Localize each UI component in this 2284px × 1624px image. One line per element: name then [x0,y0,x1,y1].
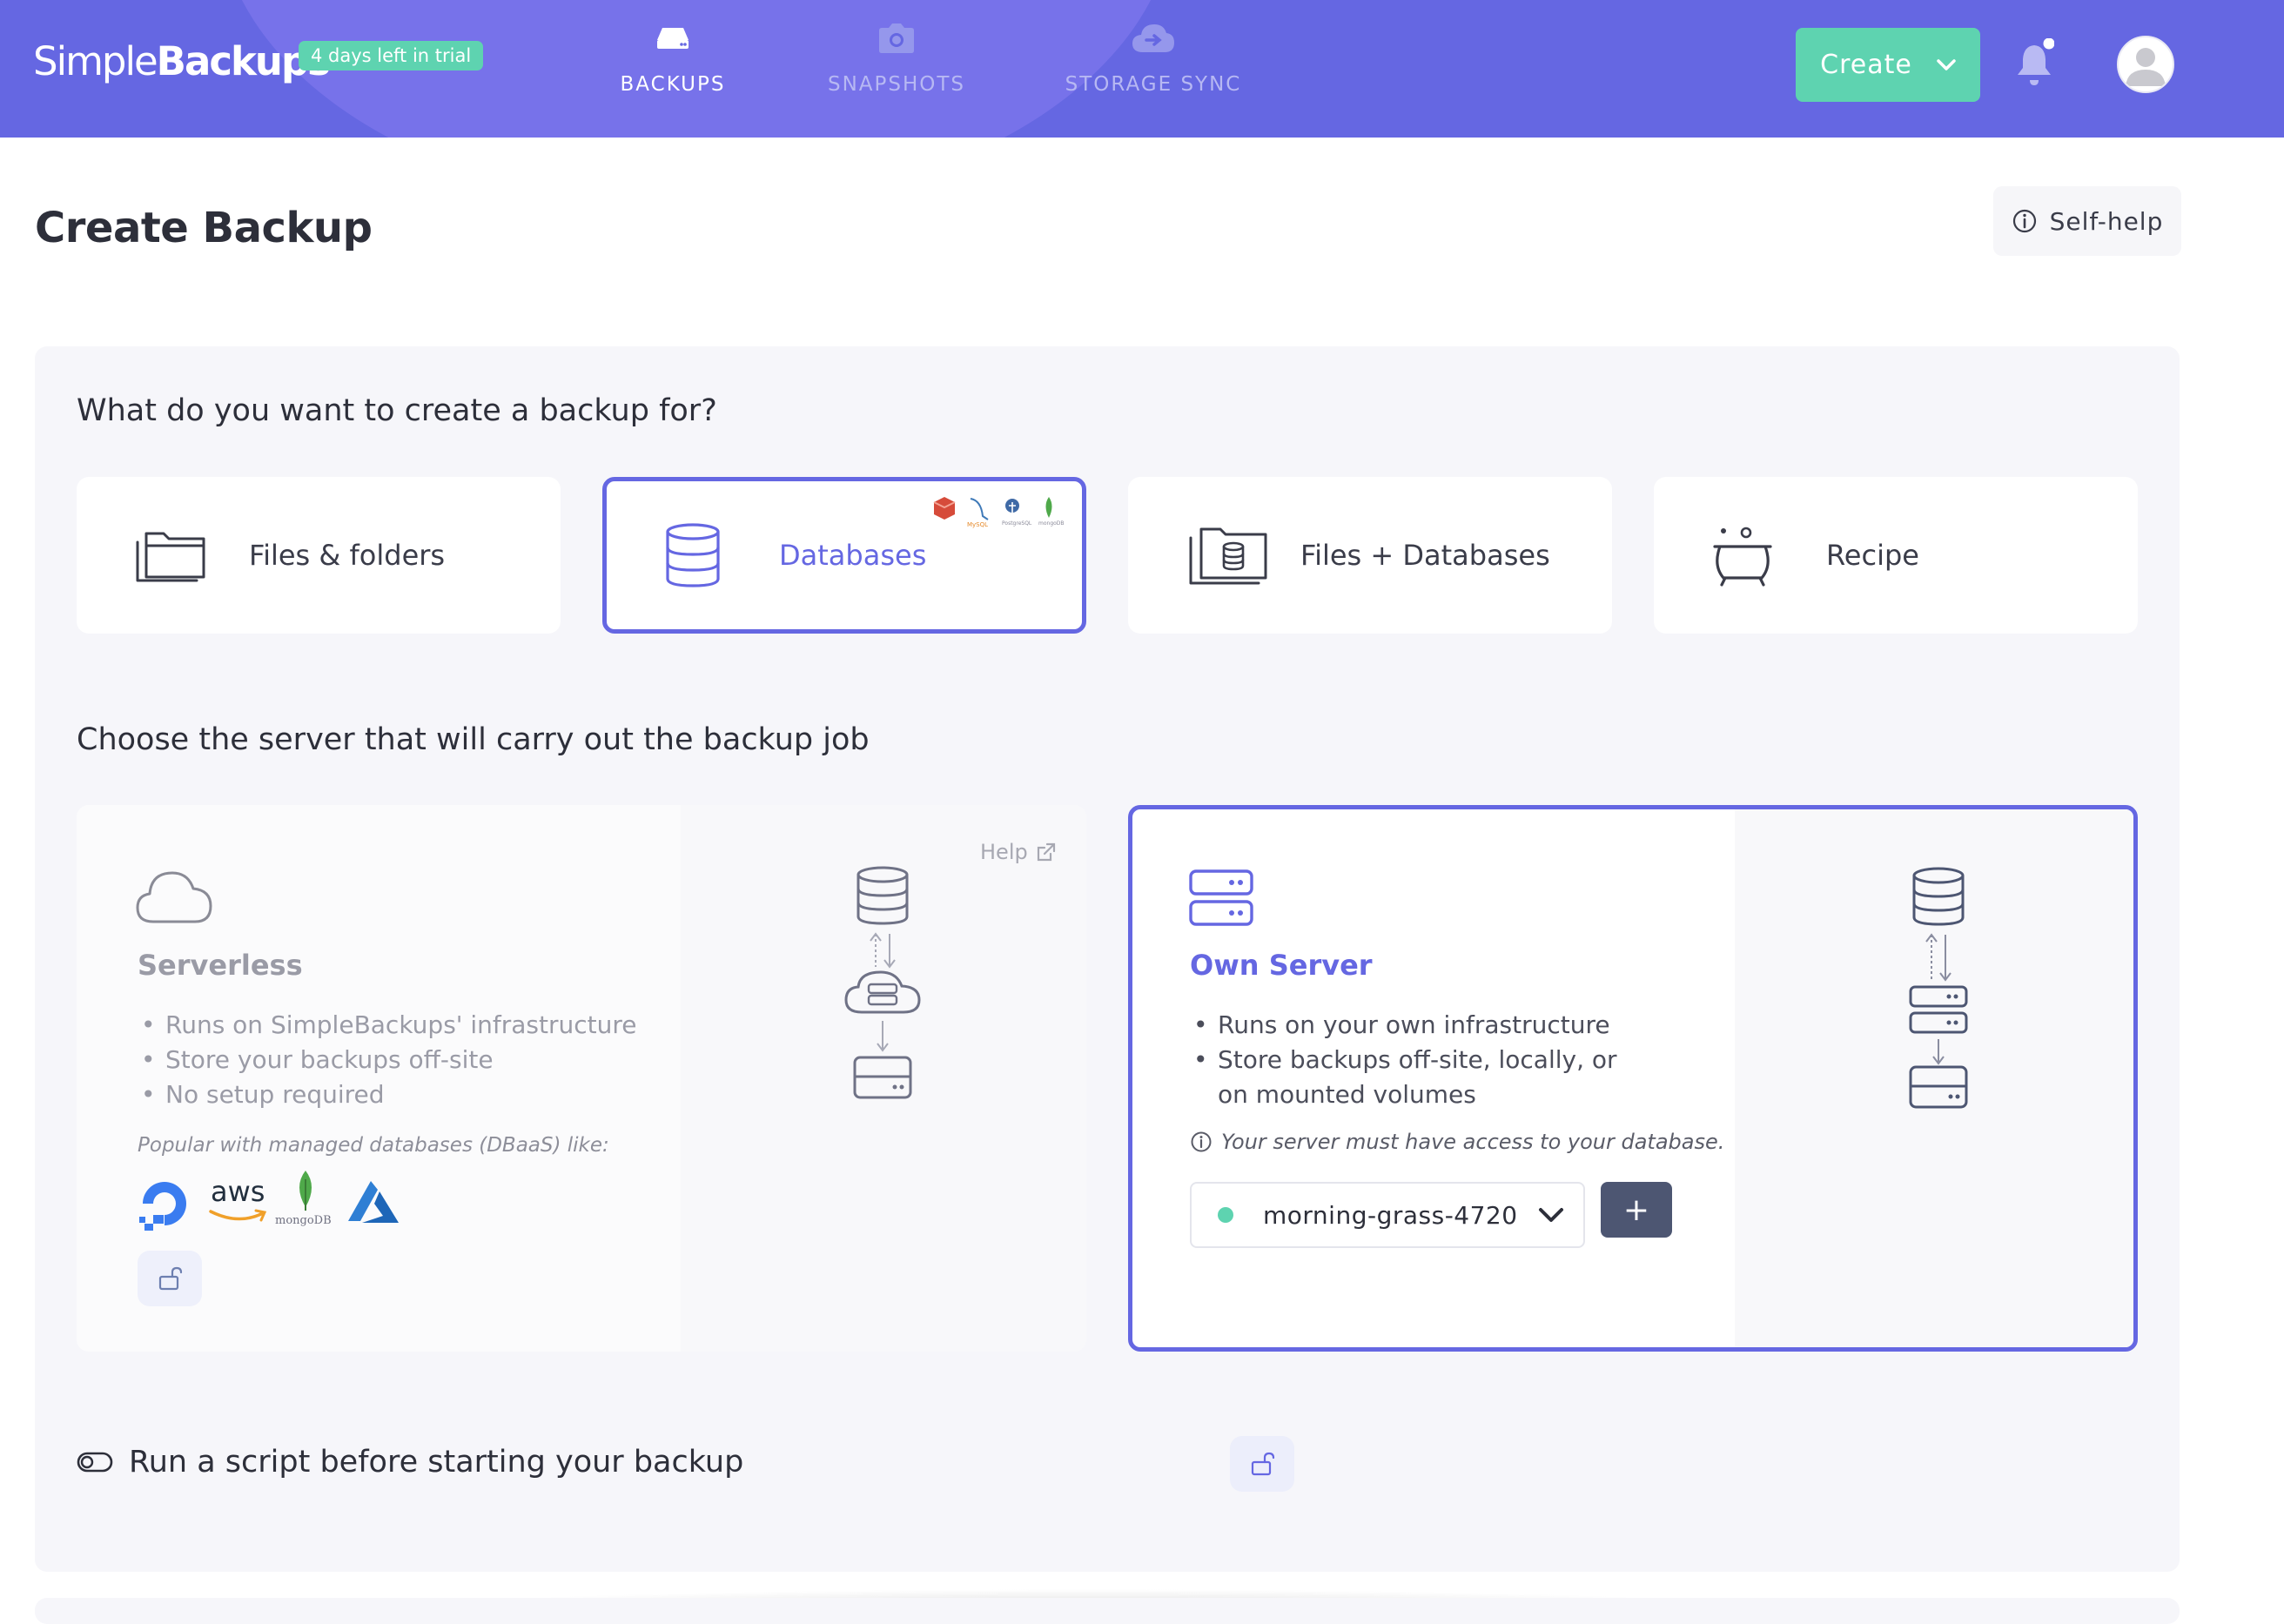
database-icon [666,523,720,587]
nav-label-backups: BACKUPS [620,73,726,96]
svg-text:mongoDB: mongoDB [1038,520,1065,527]
type-label-files-folders: Files & folders [249,539,446,572]
mongodb-leaf-icon [299,1171,312,1211]
digitalocean-logo [139,1182,186,1231]
top-nav-bar: SimpleBackups 4 days left in trial BACKU… [0,0,2284,138]
page-title: Create Backup [35,204,373,252]
server-access-note-text: Your server must have access to your dat… [1221,1130,1725,1154]
pre-backup-script-label: Run a script before starting your backup [129,1445,744,1480]
pre-backup-script-row: Run a script before starting your backup [77,1445,743,1480]
aws-smile-icon [209,1209,267,1222]
cloud-sync-icon [1132,24,1174,52]
create-dropdown-button[interactable]: Create [1796,28,1980,102]
self-help-button[interactable]: Self-help [1993,186,2181,256]
script-lock-button[interactable] [1230,1436,1294,1492]
type-label-recipe: Recipe [1826,539,1919,572]
cauldron-icon [1713,527,1772,587]
serverless-diagram: Help [681,805,1086,1352]
server-card-own-server[interactable]: Own Server Runs on your own infrastructu… [1128,805,2138,1352]
toggle-switch-off-icon[interactable] [77,1452,113,1473]
svg-text:PostgreSQL: PostgreSQL [1002,520,1032,527]
own-server-diagram [1735,809,2133,1347]
create-button-label: Create [1820,50,1912,80]
type-label-files-databases: Files + Databases [1300,539,1550,572]
aws-logo-text: aws [211,1175,265,1208]
svg-text:MySQL: MySQL [967,521,988,528]
chevron-down-icon [1937,58,1956,70]
logo-text-light: Simple [33,38,158,84]
type-card-databases[interactable]: Databases MySQL PostgreSQL mongoDB [602,477,1086,634]
own-server-flow-diagram [1909,867,1968,1109]
hard-drive-icon [657,28,689,49]
own-server-title: Own Server [1190,949,1373,982]
serverless-feature: No setup required [138,1077,660,1112]
unlock-icon [158,1266,183,1291]
serverless-title: Serverless [138,949,303,982]
folder-icon [136,532,205,582]
database-engines-icon: MySQL PostgreSQL mongoDB [933,497,1065,528]
type-card-recipe[interactable]: Recipe [1654,477,2138,634]
backup-type-heading: What do you want to create a backup for? [77,393,717,428]
cloud-icon [136,871,212,923]
serverless-feature: Runs on SimpleBackups' infrastructure [138,1008,660,1043]
server-card-serverless[interactable]: Serverless Runs on SimpleBackups' infras… [77,805,1086,1352]
serverless-lock-button[interactable] [138,1251,202,1306]
server-stack-icon [1189,869,1253,926]
aws-logo: aws [207,1175,270,1227]
chevron-down-icon [1539,1208,1563,1222]
nav-label-snapshots: SNAPSHOTS [827,73,966,96]
simplebackups-logo[interactable]: SimpleBackups [33,38,331,84]
info-icon [1191,1131,1212,1152]
camera-icon [879,23,914,53]
info-icon [2012,209,2036,233]
own-server-feature: Store backups off-site, locally, or on m… [1190,1043,1642,1112]
add-server-button[interactable]: + [1601,1182,1672,1238]
server-choice-heading: Choose the server that will carry out th… [77,722,870,757]
external-link-icon [1037,842,1055,862]
nav-tab-snapshots[interactable]: SNAPSHOTS [809,0,984,138]
folder-database-icon [1189,527,1267,585]
serverless-info: Serverless Runs on SimpleBackups' infras… [77,805,681,1352]
serverless-flow-diagram [844,866,921,1099]
server-status-dot [1218,1207,1233,1223]
nav-tab-backups[interactable]: BACKUPS [601,0,745,138]
own-server-feature: Runs on your own infrastructure [1190,1008,1642,1043]
server-select-dropdown[interactable]: morning-grass-4720 [1190,1182,1585,1248]
nav-tab-storage-sync[interactable]: STORAGE SYNC [1053,0,1253,138]
popular-dbaas-label: Popular with managed databases (DBaaS) l… [138,1134,609,1157]
trial-badge[interactable]: 4 days left in trial [299,41,484,70]
user-avatar[interactable] [2117,36,2174,93]
next-section-card [35,1598,2180,1624]
nav-label-storage-sync: STORAGE SYNC [1065,73,1242,96]
serverless-feature: Store your backups off-site [138,1043,660,1077]
unlock-icon [1251,1452,1275,1476]
selected-server-name: morning-grass-4720 [1263,1200,1518,1230]
user-icon [2126,48,2166,86]
serverless-help-link[interactable]: Help [980,840,1058,864]
serverless-features: Runs on SimpleBackups' infrastructure St… [138,1008,660,1112]
own-server-features: Runs on your own infrastructure Store ba… [1190,1008,1642,1112]
type-card-files-folders[interactable]: Files & folders [77,477,561,634]
mongodb-logo-text: mongoDB [275,1214,332,1227]
server-access-note: Your server must have access to your dat… [1190,1130,1724,1154]
azure-logo [348,1181,399,1223]
help-label: Help [980,840,1028,864]
self-help-label: Self-help [2049,206,2164,236]
type-card-files-databases[interactable]: Files + Databases [1128,477,1612,634]
bell-icon[interactable] [2012,38,2054,87]
mongodb-logo: mongoDB [275,1169,336,1231]
type-label-databases: Databases [779,539,927,572]
